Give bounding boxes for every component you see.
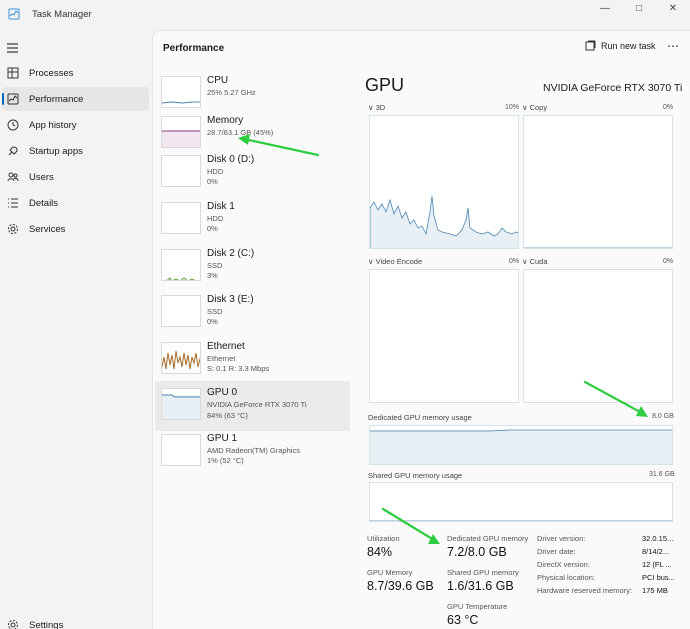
arrow-dedicated-value — [381, 507, 436, 542]
annotation-arrows — [238, 134, 648, 544]
arrow-dedicated-value-head — [428, 534, 440, 544]
arrow-memory-head — [238, 134, 250, 145]
arrow-dedicated-max — [583, 380, 644, 415]
arrow-memory — [242, 137, 320, 157]
